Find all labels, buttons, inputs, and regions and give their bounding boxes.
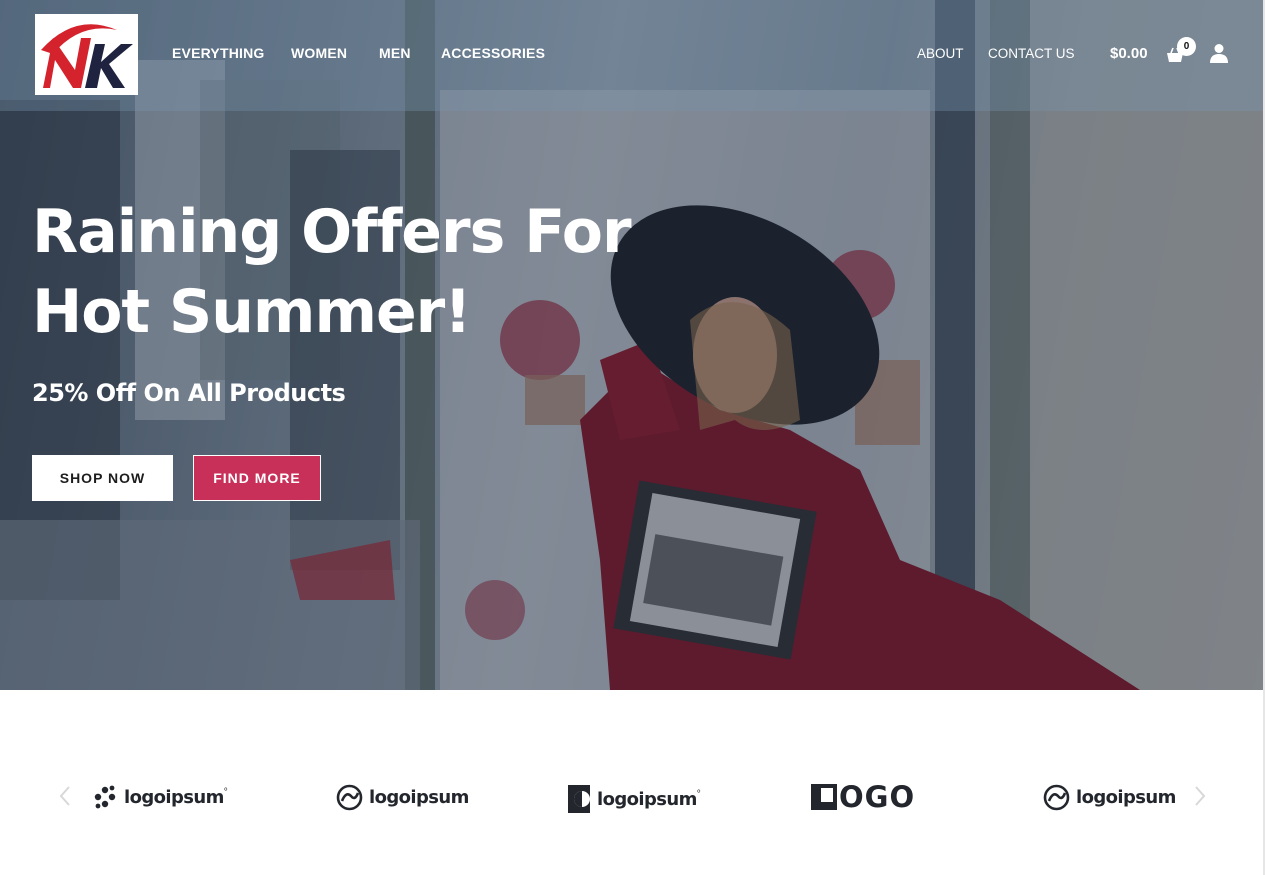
hero-headline: Raining Offers For Hot Summer!	[32, 192, 632, 352]
nav-item-women[interactable]: WOMEN	[291, 45, 347, 61]
half-circle-mark-icon	[568, 785, 590, 813]
partner-logo-2[interactable]: logoipsum	[336, 784, 469, 811]
hero-headline-line-2: Hot Summer!	[32, 277, 472, 347]
cart-total[interactable]: $0.00	[1110, 45, 1148, 62]
shop-now-button[interactable]: SHOP NOW	[32, 455, 173, 501]
partner-logo-5-text: logoipsum	[1076, 787, 1176, 808]
nav-item-men[interactable]: MEN	[379, 45, 411, 61]
partner-logo-3[interactable]: logoipsum °	[567, 784, 701, 814]
partner-logo-2-text: logoipsum	[369, 787, 469, 808]
partner-logo-1-text: logoipsum	[124, 786, 224, 808]
square-mark-icon	[811, 784, 837, 810]
nav-item-about[interactable]: ABOUT	[917, 46, 964, 61]
site-logo[interactable]	[35, 14, 138, 95]
partner-logo-4-text: OGO	[839, 780, 916, 814]
partner-logo-5[interactable]: logoipsum	[1043, 784, 1176, 811]
hero-banner: EVERYTHING WOMEN MEN ACCESSORIES ABOUT C…	[0, 0, 1263, 690]
partner-logo-3-text: logoipsum	[597, 788, 697, 810]
find-more-button[interactable]: FIND MORE	[193, 455, 321, 501]
carousel-prev-arrow-icon[interactable]	[58, 785, 72, 807]
swirl-mark-icon	[1043, 784, 1070, 811]
hero-subtitle: 25% Off On All Products	[32, 379, 346, 407]
nk-logo-icon	[41, 24, 133, 88]
nav-item-everything[interactable]: EVERYTHING	[172, 45, 265, 61]
partner-logo-1[interactable]: logoipsum °	[92, 784, 228, 810]
nav-item-contact-us[interactable]: CONTACT US	[988, 46, 1075, 61]
nav-item-accessories[interactable]: ACCESSORIES	[441, 45, 545, 61]
partner-logo-1-suffix: °	[223, 786, 228, 798]
partner-logo-3-suffix: °	[696, 788, 701, 800]
hero-headline-line-1: Raining Offers For	[32, 197, 632, 267]
carousel-next-arrow-icon[interactable]	[1193, 785, 1207, 807]
cart-count-badge: 0	[1177, 37, 1196, 56]
partner-logo-4[interactable]: OGO	[811, 780, 916, 814]
swirl-mark-icon	[336, 784, 363, 811]
user-account-icon[interactable]	[1209, 43, 1229, 63]
dots-mark-icon	[94, 785, 116, 809]
partner-logo-carousel: logoipsum ° logoipsum logoipsum ° OGO logo…	[0, 690, 1263, 875]
